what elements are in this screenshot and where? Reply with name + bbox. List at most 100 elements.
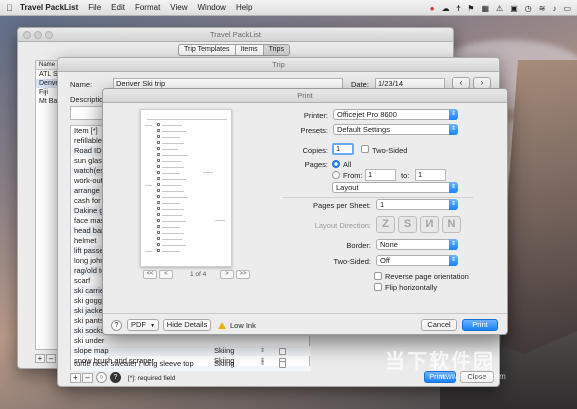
record-icon[interactable]: ● <box>430 4 435 13</box>
preview-line <box>162 143 184 144</box>
border-select[interactable]: None ⇕ <box>376 239 458 250</box>
two-sided-select[interactable]: Off ⇕ <box>376 255 458 266</box>
preview-line <box>145 251 152 252</box>
minimize-window-button[interactable] <box>34 31 42 39</box>
layout-direction-s-icon[interactable]: S <box>398 216 417 233</box>
hide-details-button[interactable]: Hide Details <box>163 319 211 331</box>
apple-icon[interactable]:  <box>6 3 20 13</box>
help-button[interactable]: ? <box>111 320 122 331</box>
pages-per-sheet-value: 1 <box>380 200 385 209</box>
zoom-window-button[interactable] <box>45 31 53 39</box>
preview-checkbox <box>157 123 160 126</box>
screen-icon[interactable]: ▣ <box>510 4 518 13</box>
tab-trip-templates[interactable]: Trip Templates <box>179 45 236 55</box>
layout-direction-z-icon[interactable]: Z <box>376 216 395 233</box>
first-page-button[interactable]: << <box>143 270 157 279</box>
item-name: ski jacket <box>74 306 105 315</box>
chevron-updown-icon[interactable]: ⇕ <box>260 359 265 369</box>
previous-page-button[interactable]: < <box>159 270 173 279</box>
cloud-icon[interactable]: ☁ <box>442 4 450 13</box>
presets-select[interactable]: Default Settings ⇕ <box>333 124 458 135</box>
bluetooth-icon[interactable]: Ϯ <box>457 4 461 13</box>
menu-help[interactable]: Help <box>236 3 252 12</box>
chevron-updown-icon[interactable]: ⇕ <box>260 346 265 356</box>
menu-file[interactable]: File <box>88 3 101 12</box>
menu-view[interactable]: View <box>170 3 187 12</box>
trip-window-titlebar[interactable]: Trip <box>58 58 499 72</box>
menu-edit[interactable]: Edit <box>111 3 125 12</box>
print-dialog: Print << < 1 of 4 > >> Printer: Officeje… <box>102 88 508 335</box>
preview-line <box>162 251 180 252</box>
packed-checkbox[interactable] <box>279 361 286 368</box>
tab-trips[interactable]: Trips <box>263 45 289 55</box>
required-field-note: [*]: required field <box>128 375 176 382</box>
preview-line <box>162 137 180 138</box>
section-select[interactable]: Layout ⇕ <box>332 182 458 193</box>
preview-line <box>162 227 180 228</box>
preview-line <box>162 209 184 210</box>
tab-items[interactable]: Items <box>236 45 264 55</box>
copies-field[interactable]: 1 <box>332 143 354 155</box>
preview-checkbox <box>157 195 160 198</box>
layout-direction-n-mirror-icon[interactable]: И <box>420 216 439 233</box>
preview-checkbox <box>157 201 160 204</box>
grid-icon[interactable]: ▦ <box>481 4 489 13</box>
wifi-icon[interactable]: ≋ <box>539 4 546 13</box>
add-trip-button[interactable]: + <box>35 354 45 363</box>
table-row[interactable]: turtle neck sweater / long sleeve top Sk… <box>71 359 311 369</box>
reverse-orientation-checkbox[interactable] <box>374 272 382 280</box>
remove-trip-button[interactable]: – <box>46 354 56 363</box>
volume-icon[interactable]: ♪ <box>552 4 556 13</box>
pdf-menu-button[interactable]: PDF ▼ <box>127 319 159 331</box>
pages-to-field[interactable]: 1 <box>415 169 446 181</box>
battery-icon[interactable]: ▭ <box>563 4 571 13</box>
print-button[interactable]: Print <box>462 319 498 331</box>
item-name: scarf <box>74 276 91 285</box>
printer-select[interactable]: Officejet Pro 8600 ⇕ <box>333 109 458 120</box>
preview-line <box>162 191 184 192</box>
item-column-header[interactable]: Item [*] <box>74 126 98 136</box>
preview-line <box>162 149 178 150</box>
print-dialog-titlebar: Print <box>103 89 507 103</box>
last-page-button[interactable]: >> <box>236 270 250 279</box>
item-name: rag/old to <box>74 266 106 275</box>
pages-from-field[interactable]: 1 <box>365 169 396 181</box>
pages-range-radio[interactable] <box>332 171 340 179</box>
next-page-button[interactable]: > <box>220 270 234 279</box>
flip-horizontally-checkbox[interactable] <box>374 283 382 291</box>
warning-icon[interactable]: ⚠ <box>496 4 503 13</box>
help-icon[interactable]: ? <box>110 372 121 383</box>
menu-window[interactable]: Window <box>198 3 226 12</box>
preview-checkbox <box>157 129 160 132</box>
add-item-button[interactable]: + <box>70 373 81 383</box>
item-name: turtle neck sweater / long sleeve top <box>74 359 194 368</box>
info-icon[interactable]: ○ <box>96 372 107 383</box>
preview-checkbox <box>157 165 160 168</box>
item-name: head ban <box>74 226 106 235</box>
presets-label: Presets: <box>300 126 328 135</box>
menu-format[interactable]: Format <box>135 3 160 12</box>
remove-item-button[interactable]: – <box>82 373 93 383</box>
watermark-url: www.downxia.com <box>440 372 506 381</box>
main-window-titlebar[interactable]: Travel PackList <box>18 28 453 42</box>
close-window-button[interactable] <box>23 31 31 39</box>
table-row[interactable]: slope map Skiing ⇕ <box>71 346 311 356</box>
divider <box>283 197 473 198</box>
item-name: ski pants <box>74 316 104 325</box>
two-sided-checkbox[interactable] <box>361 145 369 153</box>
preview-line <box>162 167 184 168</box>
layout-direction-n-icon[interactable]: N <box>442 216 461 233</box>
menu-app-name[interactable]: Travel PackList <box>20 3 78 12</box>
flag-icon[interactable]: ⚑ <box>467 4 474 13</box>
packed-checkbox[interactable] <box>279 348 286 355</box>
pages-per-sheet-select[interactable]: 1 ⇕ <box>376 199 458 210</box>
cancel-button[interactable]: Cancel <box>421 319 457 331</box>
pages-per-sheet-label: Pages per Sheet: <box>313 201 371 210</box>
preview-checkbox <box>157 171 160 174</box>
section-value: Layout <box>336 183 359 192</box>
pages-all-radio[interactable] <box>332 160 340 168</box>
table-row[interactable]: ski under <box>71 336 311 346</box>
preview-line <box>203 172 213 173</box>
low-ink-status: Low Ink <box>230 321 256 330</box>
clock-icon[interactable]: ◷ <box>525 4 532 13</box>
